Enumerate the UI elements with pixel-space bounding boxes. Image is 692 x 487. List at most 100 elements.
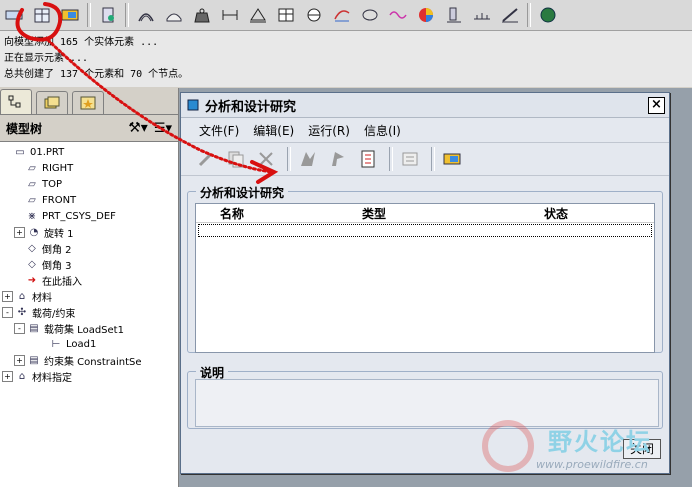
tree-expander-icon[interactable]: + [2,290,13,302]
tree-node-label: 旋转 1 [44,228,74,240]
tree-node-label: TOP [42,178,63,190]
tree-node[interactable]: + ⌂ 材料指定 [0,368,178,384]
review-results-icon[interactable] [439,146,465,172]
wave-icon[interactable] [386,3,410,27]
tree-expander-icon[interactable]: + [2,370,13,382]
menu-info[interactable]: 信息(I) [364,122,401,139]
model-tree: ▭ 01.PRT ▱ RIGHT ▱ TOP ▱ FRONT ⋇ PRT_CSYS_DEF + ◔ 旋转… [0,142,178,386]
run-flag-icon[interactable] [325,146,351,172]
tree-node[interactable]: ⊢ Load1 [0,336,178,352]
message-area: 向模型添加 165 个实体元素 ... 正在显示元素 ... 总共创建了 137… [0,31,692,87]
tree-node[interactable]: + ▤ 约束集 ConstraintSe [0,352,178,368]
globe-icon[interactable] [536,3,560,27]
main-toolbar [0,0,692,31]
tree-item-icon: ✣ [17,306,27,318]
navigator-tabs [0,88,178,115]
tree-node[interactable]: - ▤ 载荷集 LoadSet1 [0,320,178,336]
tree-item-icon: ➜ [27,274,37,286]
tree-node[interactable]: ▱ TOP [0,176,178,192]
tree-node[interactable]: ◇ 倒角 2 [0,240,178,256]
menu-run[interactable]: 运行(R) [308,122,350,139]
tree-node[interactable]: ⋇ PRT_CSYS_DEF [0,208,178,224]
tree-item-icon: ▱ [28,178,36,190]
tree-node[interactable]: + ◔ 旋转 1 [0,224,178,240]
tree-node[interactable]: - ✣ 载荷/约束 [0,304,178,320]
tab-model-tree[interactable] [0,89,32,114]
triangle-icon[interactable] [246,3,270,27]
dialog-title-bar: 分析和设计研究 [181,93,669,118]
tree-node-label: 载荷集 LoadSet1 [44,324,124,336]
report-icon[interactable] [397,146,423,172]
tree-node[interactable]: + ⌂ 材料 [0,288,178,304]
mesh-icon[interactable] [96,3,120,27]
tab-folder-browser[interactable] [36,91,68,114]
watermark-logo [482,420,534,472]
tree-node-label: 材料 [32,292,52,304]
column-type[interactable]: 类型 [362,205,386,222]
tree-node-label: 材料指定 [32,372,72,384]
edit-pencil-icon[interactable] [193,146,219,172]
studies-group-label: 分析和设计研究 [196,184,289,201]
tree-node[interactable]: ▱ FRONT [0,192,178,208]
probe-icon[interactable] [442,3,466,27]
tree-expander-icon[interactable]: + [14,354,25,366]
volume-region-icon[interactable] [162,3,186,27]
column-status[interactable]: 状态 [544,205,568,222]
menu-file[interactable]: 文件(F) [199,122,239,139]
curve-tool-icon[interactable] [330,3,354,27]
tab-favorites[interactable] [72,91,104,114]
dialog-menubar: 文件(F) 编辑(E) 运行(R) 信息(I) [181,118,669,142]
tree-node-label: PRT_CSYS_DEF [42,210,116,222]
message-line: 正在显示元素 ... [4,53,89,64]
tree-expander-icon[interactable]: - [2,306,13,318]
shell-icon[interactable] [358,3,382,27]
tree-item-icon: ▱ [28,162,36,174]
column-name[interactable]: 名称 [220,205,244,222]
tree-node[interactable]: ▭ 01.PRT [0,144,178,160]
ruler-icon[interactable] [498,3,522,27]
menu-edit[interactable]: 编辑(E) [253,122,294,139]
status-list-icon[interactable] [355,146,381,172]
tree-item-icon: ▱ [28,194,36,206]
tree-item-icon: ⊢ [51,338,61,350]
table-icon[interactable] [274,3,298,27]
watermark-title: 野火论坛 [548,428,652,456]
table-row[interactable] [198,224,652,237]
tree-node[interactable]: ➜ 在此插入 [0,272,178,288]
tree-item-icon: ▤ [29,322,39,334]
results-icon[interactable] [58,3,82,27]
model-tree-header: 模型树 ⚒▾ ☰▾ [0,115,178,142]
circle-section-icon[interactable] [302,3,326,27]
run-start-icon[interactable] [295,146,321,172]
message-line: 总共创建了 137 个元素和 70 个节点。 [4,69,189,80]
toolbar-separator [125,3,129,27]
copy-icon[interactable] [223,146,249,172]
tree-expander-icon[interactable]: - [14,322,25,334]
dialog-close-icon[interactable]: × [648,97,665,114]
tree-item-icon: ⌂ [18,370,26,382]
tree-node-label: 载荷/约束 [32,308,76,320]
toolbar-separator [389,147,393,171]
tree-show-icon[interactable]: ☰▾ [154,121,172,136]
analysis-dialog: 分析和设计研究 × 文件(F) 编辑(E) 运行(R) 信息(I) 分析和设计研… [180,92,670,474]
table-header: 名称 类型 状态 [196,204,654,223]
tree-expander-icon[interactable]: + [14,226,25,238]
tree-node[interactable]: ▱ RIGHT [0,160,178,176]
toolbar-separator [87,3,91,27]
fringe-icon[interactable] [414,3,438,27]
model-setup-icon[interactable] [2,3,26,27]
weight-icon[interactable] [190,3,214,27]
tree-node[interactable]: ◇ 倒角 3 [0,256,178,272]
navigator-panel: 模型树 ⚒▾ ☰▾ ▭ 01.PRT ▱ RIGHT ▱ TOP ▱ FRONT ⋇ PRT_CS… [0,88,179,487]
dimension-icon[interactable] [218,3,242,27]
toolbar-separator [431,147,435,171]
dialog-app-icon [187,99,199,111]
tree-settings-icon[interactable]: ⚒▾ [128,120,148,136]
watermark-url: www.proewildfire.cn [536,458,648,471]
surface-region-icon[interactable] [134,3,158,27]
delete-icon[interactable] [253,146,279,172]
studies-table[interactable]: 名称 类型 状态 [195,203,655,353]
tree-item-icon: ◔ [29,226,39,238]
analysis-studies-icon[interactable] [30,3,54,27]
measure-icon[interactable] [470,3,494,27]
